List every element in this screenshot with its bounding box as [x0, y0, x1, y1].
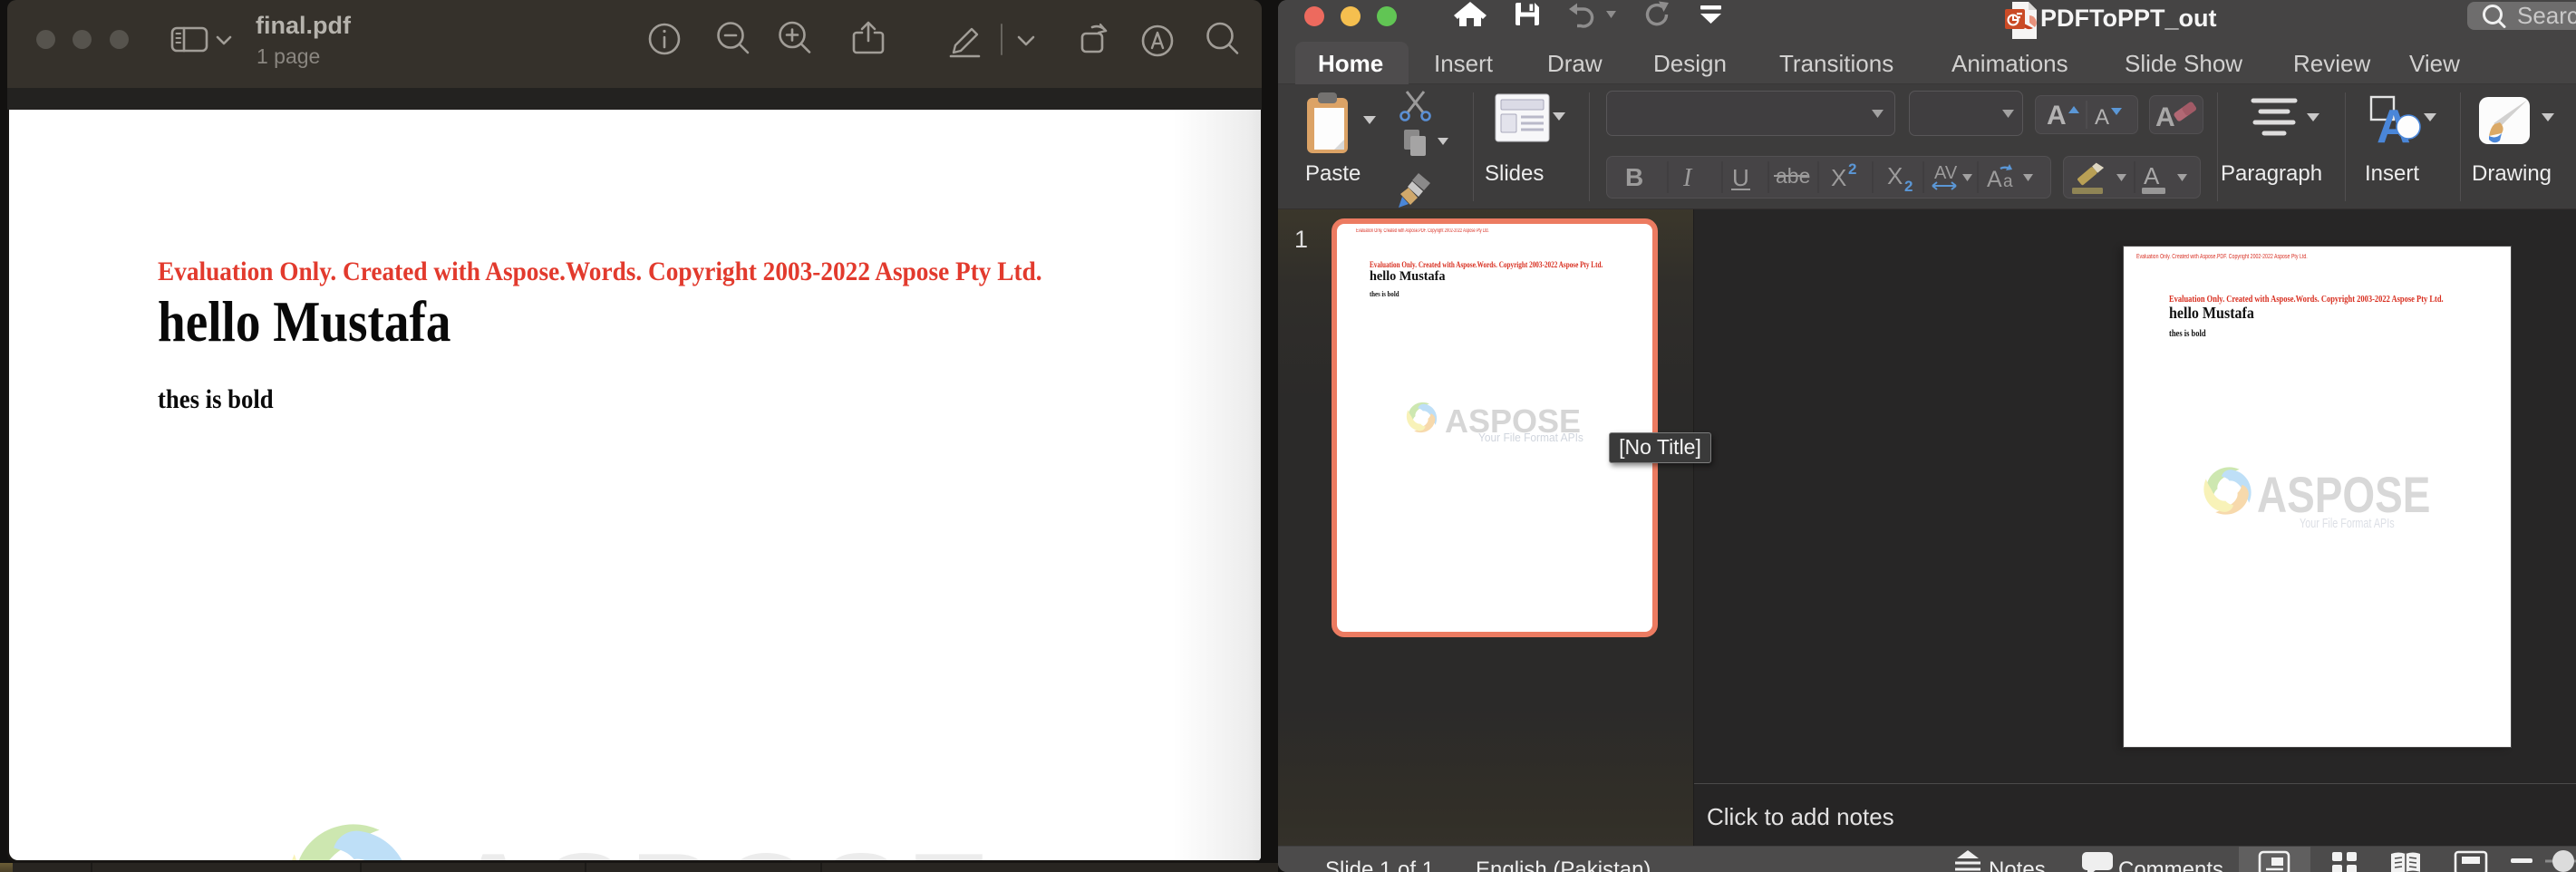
- svg-text:a: a: [2003, 172, 2013, 191]
- svg-text:A: A: [2155, 102, 2175, 132]
- svg-text:B: B: [1625, 163, 1643, 191]
- svg-text:A: A: [2047, 101, 2067, 131]
- svg-text:X: X: [1831, 164, 1846, 191]
- svg-text:X: X: [1887, 162, 1903, 189]
- svg-text:Searc: Searc: [2517, 2, 2576, 29]
- svg-text:U: U: [1732, 164, 1749, 191]
- svg-text:2: 2: [1904, 178, 1913, 195]
- svg-text:2: 2: [1848, 160, 1856, 178]
- svg-text:A: A: [2095, 105, 2109, 130]
- svg-text:AV: AV: [1934, 163, 1958, 183]
- svg-text:I: I: [1682, 164, 1693, 192]
- svg-text:A: A: [2144, 162, 2160, 189]
- svg-text:A: A: [1987, 167, 2002, 192]
